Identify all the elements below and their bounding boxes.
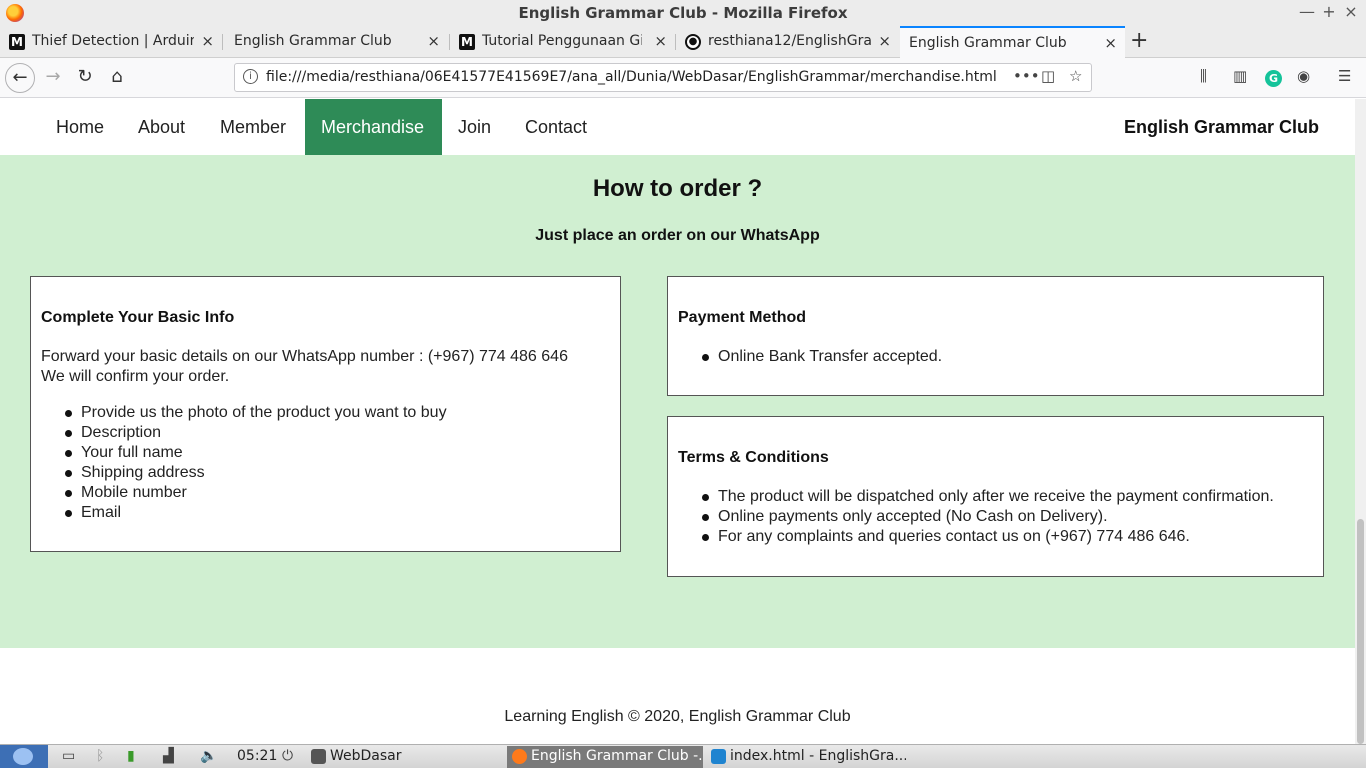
terms-card: Terms & Conditions The product will be d… bbox=[667, 416, 1324, 577]
tab-label: Thief Detection | Arduino bbox=[32, 33, 194, 49]
account-icon[interactable]: ◉ bbox=[1297, 67, 1310, 85]
basic-info-text-line: Forward your basic details on our WhatsA… bbox=[41, 348, 568, 365]
folder-icon bbox=[311, 749, 326, 764]
site-brand: English Grammar Club bbox=[1123, 117, 1319, 137]
task-vscode[interactable]: index.html - EnglishGra... bbox=[706, 746, 906, 768]
scrollbar-thumb[interactable] bbox=[1357, 519, 1364, 744]
terms-heading: Terms & Conditions bbox=[678, 449, 829, 466]
back-button[interactable]: ← bbox=[5, 63, 35, 93]
close-window-button[interactable]: × bbox=[1340, 2, 1362, 21]
nav-merchandise-link[interactable]: Merchandise bbox=[305, 99, 442, 155]
site-info-icon[interactable]: i bbox=[243, 69, 258, 84]
task-webdasar[interactable]: WebDasar bbox=[306, 746, 496, 768]
navigation-toolbar: ← → ↻ ⌂ i file:///media/resthiana/06E415… bbox=[0, 58, 1366, 98]
library-icon[interactable]: ⫼ bbox=[1200, 67, 1207, 85]
start-menu-button[interactable] bbox=[0, 745, 48, 768]
list-item: Your full name bbox=[65, 443, 610, 463]
start-logo-icon bbox=[13, 748, 33, 765]
address-bar[interactable]: i file:///media/resthiana/06E41577E41569… bbox=[234, 63, 1092, 92]
reload-button[interactable]: ↻ bbox=[70, 63, 100, 93]
task-label: English Grammar Club -... bbox=[531, 748, 703, 764]
order-title: How to order ? bbox=[592, 175, 763, 202]
close-tab-icon[interactable]: × bbox=[1104, 34, 1117, 52]
list-item: Provide us the photo of the product you … bbox=[65, 403, 610, 423]
list-item: Online payments only accepted (No Cash o… bbox=[702, 507, 1313, 527]
medium-icon: M bbox=[9, 34, 25, 50]
medium-icon: M bbox=[459, 34, 475, 50]
os-taskbar: ▭ ᛒ ▮ ▟ 🔈 05:21 ⏻ WebDasar English Gramm… bbox=[0, 744, 1366, 768]
tab-english-grammar-club[interactable]: English Grammar Club × bbox=[223, 26, 448, 58]
tab-label: resthiana12/EnglishGram bbox=[708, 33, 872, 49]
maximize-button[interactable]: + bbox=[1318, 2, 1340, 21]
list-item: For any complaints and queries contact u… bbox=[702, 527, 1313, 547]
list-item: Shipping address bbox=[65, 463, 610, 483]
tab-github-repo[interactable]: ● resthiana12/EnglishGram × bbox=[676, 26, 899, 58]
basic-info-text-line: We will confirm your order. bbox=[41, 368, 230, 385]
new-tab-button[interactable]: + bbox=[1130, 28, 1148, 53]
sidebar-icon[interactable]: ▥ bbox=[1233, 67, 1247, 85]
payment-method-card: Payment Method Online Bank Transfer acce… bbox=[667, 276, 1324, 396]
bookmark-star-icon[interactable]: ☆ bbox=[1069, 67, 1082, 85]
tab-label: Tutorial Penggunaan Git bbox=[482, 33, 642, 49]
clock[interactable]: 05:21 bbox=[237, 748, 277, 764]
show-desktop-icon[interactable]: ▭ bbox=[62, 748, 75, 764]
nav-join-link[interactable]: Join bbox=[442, 99, 507, 155]
volume-icon[interactable]: 🔈 bbox=[200, 748, 217, 764]
task-label: index.html - EnglishGra... bbox=[730, 748, 906, 764]
basic-info-card: Complete Your Basic Info Forward your ba… bbox=[30, 276, 621, 552]
task-firefox[interactable]: English Grammar Club -... bbox=[507, 746, 703, 768]
nav-contact-link[interactable]: Contact bbox=[509, 99, 603, 155]
tab-label: English Grammar Club bbox=[234, 33, 392, 49]
window-title: English Grammar Club - Mozilla Firefox bbox=[518, 4, 848, 22]
list-item: Email bbox=[65, 503, 610, 523]
page-scrollbar[interactable] bbox=[1355, 99, 1366, 744]
tab-strip: M Thief Detection | Arduino × English Gr… bbox=[0, 26, 1366, 58]
list-item: The product will be dispatched only afte… bbox=[702, 487, 1313, 507]
close-tab-icon[interactable]: × bbox=[201, 32, 214, 50]
tab-thief-detection[interactable]: M Thief Detection | Arduino × bbox=[0, 26, 222, 58]
tab-english-grammar-club-active[interactable]: English Grammar Club × bbox=[900, 26, 1125, 58]
firefox-icon bbox=[512, 749, 527, 764]
how-to-order-section: How to order ? Just place an order on ou… bbox=[0, 155, 1355, 648]
payment-heading: Payment Method bbox=[678, 309, 807, 326]
list-item: Online Bank Transfer accepted. bbox=[702, 347, 1313, 367]
tab-label: English Grammar Club bbox=[909, 35, 1067, 51]
page-footer: Learning English © 2020, English Grammar… bbox=[0, 648, 1355, 744]
menu-icon[interactable]: ☰ bbox=[1338, 67, 1351, 85]
tab-tutorial-git[interactable]: M Tutorial Penggunaan Git × bbox=[450, 26, 675, 58]
page-viewport: Home About Member Merchandise Join Conta… bbox=[0, 99, 1355, 744]
task-label: WebDasar bbox=[330, 748, 402, 764]
order-subtitle: Just place an order on our WhatsApp bbox=[535, 227, 820, 244]
footer-text: Learning English © 2020, English Grammar… bbox=[504, 708, 851, 725]
payment-list: Online Bank Transfer accepted. bbox=[678, 347, 1313, 367]
close-tab-icon[interactable]: × bbox=[878, 32, 891, 50]
battery-icon[interactable]: ▮ bbox=[127, 748, 135, 764]
list-item: Mobile number bbox=[65, 483, 610, 503]
url-text[interactable]: file:///media/resthiana/06E41577E41569E7… bbox=[266, 69, 997, 85]
nav-member-link[interactable]: Member bbox=[204, 99, 302, 155]
basic-info-text: Forward your basic details on our WhatsA… bbox=[41, 347, 610, 387]
bluetooth-icon[interactable]: ᛒ bbox=[96, 748, 104, 764]
window-titlebar: English Grammar Club - Mozilla Firefox —… bbox=[0, 0, 1366, 26]
close-tab-icon[interactable]: × bbox=[654, 32, 667, 50]
pocket-icon[interactable]: ◫ bbox=[1041, 67, 1055, 85]
power-icon[interactable]: ⏻ bbox=[282, 748, 293, 764]
network-icon[interactable]: ▟ bbox=[163, 748, 174, 764]
page-actions-icon[interactable]: ••• bbox=[1013, 67, 1040, 85]
nav-about-link[interactable]: About bbox=[122, 99, 201, 155]
grammarly-icon[interactable]: G bbox=[1265, 70, 1282, 87]
github-icon: ● bbox=[685, 34, 701, 50]
site-navbar: Home About Member Merchandise Join Conta… bbox=[0, 99, 1355, 155]
forward-button[interactable]: → bbox=[38, 63, 68, 93]
list-item: Description bbox=[65, 423, 610, 443]
close-tab-icon[interactable]: × bbox=[427, 32, 440, 50]
terms-list: The product will be dispatched only afte… bbox=[678, 487, 1313, 547]
basic-info-heading: Complete Your Basic Info bbox=[41, 309, 235, 326]
home-button[interactable]: ⌂ bbox=[102, 63, 132, 93]
minimize-button[interactable]: — bbox=[1296, 2, 1318, 21]
vscode-icon bbox=[711, 749, 726, 764]
basic-info-list: Provide us the photo of the product you … bbox=[41, 403, 610, 523]
nav-home-link[interactable]: Home bbox=[40, 99, 120, 155]
